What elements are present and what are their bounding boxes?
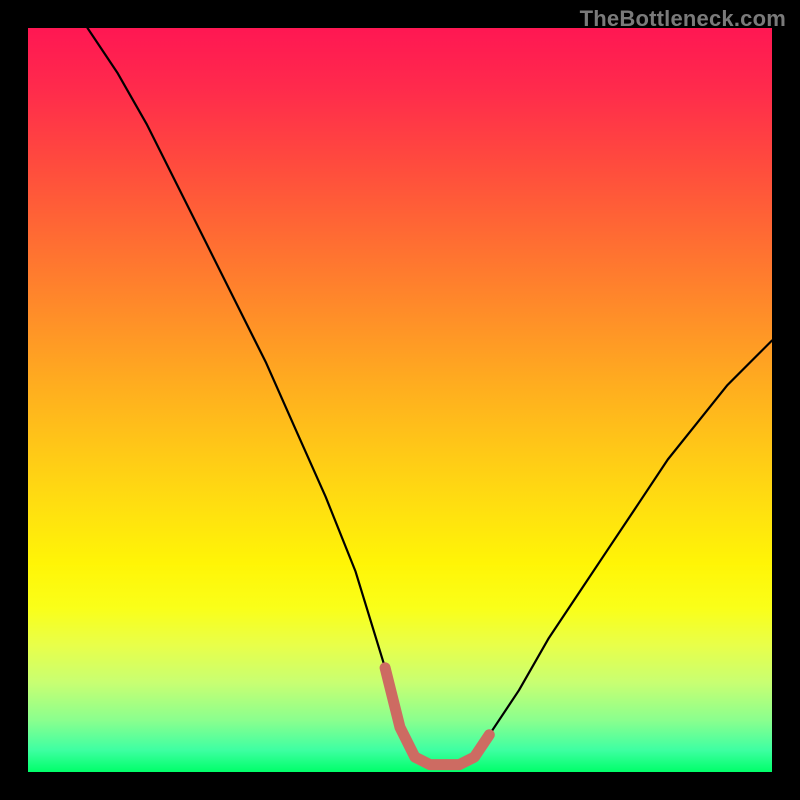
watermark-text: TheBottleneck.com — [580, 6, 786, 32]
curve-layer — [28, 28, 772, 772]
bottleneck-curve — [88, 28, 773, 765]
chart-frame: TheBottleneck.com — [0, 0, 800, 800]
plot-area — [28, 28, 772, 772]
valley-highlight — [385, 668, 489, 765]
